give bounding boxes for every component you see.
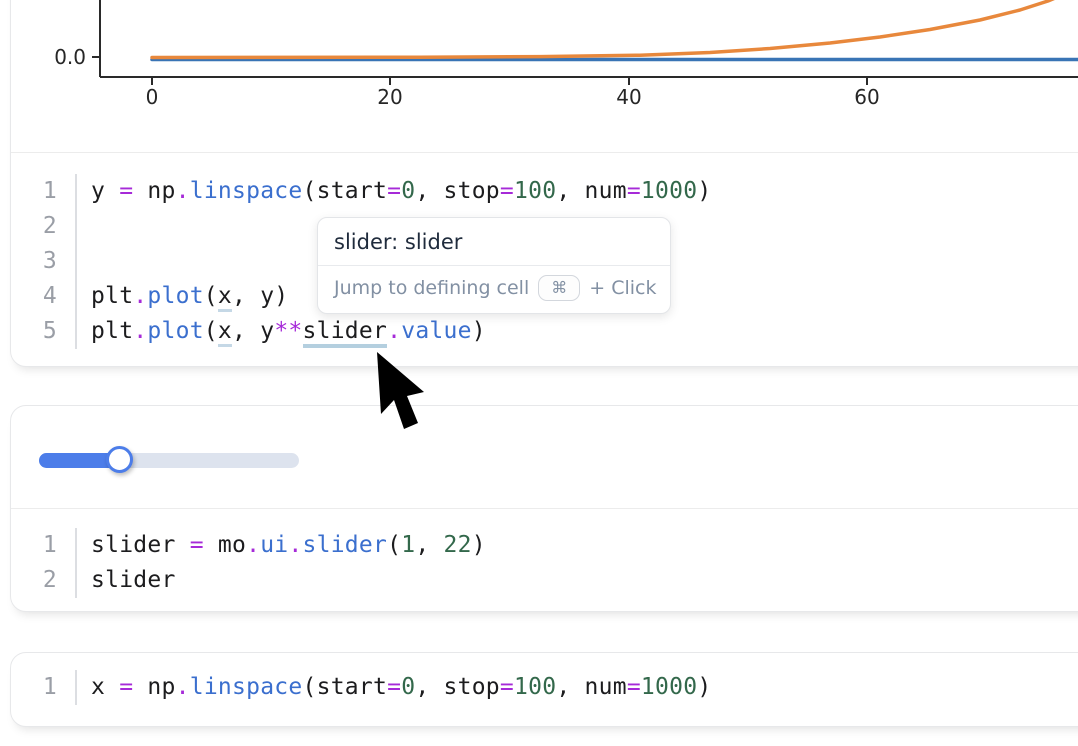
cmd-key-badge: ⌘ (538, 275, 580, 301)
code-line[interactable]: slider = mo.ui.slider(1, 22) (75, 528, 1078, 563)
tooltip-action-row: Jump to defining cell ⌘ + Click (318, 266, 670, 313)
slider-handle[interactable] (106, 446, 133, 473)
code-line[interactable]: x = np.linspace(start=0, stop=100, num=1… (75, 670, 1078, 705)
code-line[interactable]: plt.plot(x, y**slider.value) (75, 314, 1078, 349)
notebook-cell-x: 1x = np.linspace(start=0, stop=100, num=… (10, 652, 1078, 727)
tooltip-title: slider: slider (318, 218, 670, 266)
notebook-cell-slider: 1slider = mo.ui.slider(1, 22)2slider (10, 405, 1078, 612)
code-line[interactable]: y = np.linspace(start=0, stop=100, num=1… (75, 174, 1078, 209)
slider-variable-token[interactable]: slider (303, 318, 388, 348)
tooltip-action-label: Jump to defining cell (334, 277, 529, 299)
line-number: 2 (11, 563, 75, 598)
slider-track[interactable] (39, 453, 299, 468)
line-number: 1 (11, 670, 75, 705)
line-number: 1 (11, 174, 75, 209)
line-number: 3 (11, 244, 75, 279)
tooltip-click-hint: + Click (589, 277, 656, 299)
line-number: 2 (11, 209, 75, 244)
code-editor-x[interactable]: 1x = np.linspace(start=0, stop=100, num=… (11, 653, 1078, 705)
variable-tooltip: slider: slider Jump to defining cell ⌘ +… (317, 217, 671, 314)
line-number: 1 (11, 528, 75, 563)
line-number: 5 (11, 314, 75, 349)
line-number: 4 (11, 279, 75, 314)
code-editor-slider[interactable]: 1slider = mo.ui.slider(1, 22)2slider (11, 508, 1078, 598)
code-line[interactable]: slider (75, 563, 1078, 598)
